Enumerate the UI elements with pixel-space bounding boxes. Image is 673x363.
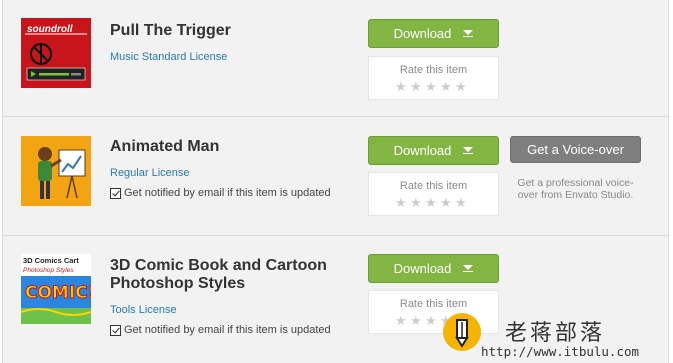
- thumbnail-text: 3D Comics Cart: [23, 256, 79, 265]
- rate-label: Rate this item: [399, 180, 468, 192]
- thumbnail-text: Photoshop Styles: [23, 267, 74, 274]
- star-icon[interactable]: ★: [425, 315, 438, 328]
- star-rating[interactable]: ★ ★ ★ ★ ★: [395, 197, 470, 210]
- download-label: Download: [393, 26, 452, 41]
- rate-label: Rate this item: [399, 298, 468, 310]
- download-label: Download: [393, 261, 452, 276]
- item-thumbnail[interactable]: [21, 136, 91, 206]
- animated-man-thumbnail-icon: [21, 136, 91, 206]
- rate-label: Rate this item: [399, 64, 468, 76]
- voiceover-description: Get a professional voice-over from Envat…: [517, 177, 634, 201]
- watermark-name: 老蒋部落: [505, 321, 606, 346]
- comic-styles-thumbnail-icon: 3D Comics Cart Photoshop Styles COMIC!: [21, 254, 91, 324]
- notify-checkbox[interactable]: [110, 187, 121, 199]
- notify-label: Get notified by email if this item is up…: [124, 187, 331, 199]
- item-thumbnail[interactable]: 3D Comics Cart Photoshop Styles COMIC!: [21, 254, 91, 324]
- site-watermark: 老蒋部落 http://www.itbulu.com: [443, 313, 673, 363]
- thumbnail-text: COMIC!: [25, 283, 91, 303]
- download-arrow-icon: [463, 29, 474, 38]
- license-link[interactable]: Tools License: [110, 304, 177, 316]
- download-arrow-icon: [463, 264, 474, 273]
- list-item: soundroll Pull The Trigger Music Standar…: [3, 0, 670, 117]
- list-item: Animated Man Regular License Get notifie…: [3, 118, 670, 236]
- star-icon[interactable]: ★: [395, 315, 408, 328]
- star-icon[interactable]: ★: [410, 315, 423, 328]
- download-button[interactable]: Download: [368, 254, 499, 283]
- notify-label: Get notified by email if this item is up…: [124, 324, 331, 336]
- star-icon[interactable]: ★: [440, 197, 453, 210]
- purchases-panel: soundroll Pull The Trigger Music Standar…: [2, 0, 670, 363]
- license-link[interactable]: Regular License: [110, 167, 190, 179]
- star-icon[interactable]: ★: [395, 81, 408, 94]
- download-arrow-icon: [463, 146, 474, 155]
- thumbnail-text: soundroll: [27, 24, 73, 35]
- star-icon[interactable]: ★: [455, 197, 468, 210]
- download-button[interactable]: Download: [368, 19, 499, 48]
- notify-checkbox-row[interactable]: Get notified by email if this item is up…: [110, 324, 331, 336]
- star-icon[interactable]: ★: [395, 197, 408, 210]
- download-button[interactable]: Download: [368, 136, 499, 165]
- rating-box: Rate this item ★ ★ ★ ★ ★: [368, 172, 499, 216]
- pencil-logo-icon: [443, 313, 481, 351]
- star-icon[interactable]: ★: [440, 81, 453, 94]
- watermark-url: http://www.itbulu.com: [481, 344, 640, 359]
- item-title-line-1[interactable]: 3D Comic Book and Cartoon: [110, 256, 327, 275]
- rating-box: Rate this item ★ ★ ★ ★ ★: [368, 56, 499, 100]
- soundroll-thumbnail-icon: soundroll: [21, 18, 91, 88]
- notify-checkbox[interactable]: [110, 324, 121, 336]
- notify-checkbox-row[interactable]: Get notified by email if this item is up…: [110, 187, 331, 199]
- star-icon[interactable]: ★: [455, 81, 468, 94]
- star-icon[interactable]: ★: [425, 81, 438, 94]
- star-icon[interactable]: ★: [410, 197, 423, 210]
- star-rating[interactable]: ★ ★ ★ ★ ★: [395, 81, 470, 94]
- item-title[interactable]: Animated Man: [110, 137, 219, 156]
- star-icon[interactable]: ★: [425, 197, 438, 210]
- download-label: Download: [393, 143, 452, 158]
- item-thumbnail[interactable]: soundroll: [21, 18, 91, 88]
- license-link[interactable]: Music Standard License: [110, 51, 227, 63]
- star-icon[interactable]: ★: [410, 81, 423, 94]
- item-title-line-2[interactable]: Photoshop Styles: [110, 274, 245, 293]
- voiceover-button[interactable]: Get a Voice-over: [510, 136, 641, 163]
- item-title[interactable]: Pull The Trigger: [110, 21, 231, 40]
